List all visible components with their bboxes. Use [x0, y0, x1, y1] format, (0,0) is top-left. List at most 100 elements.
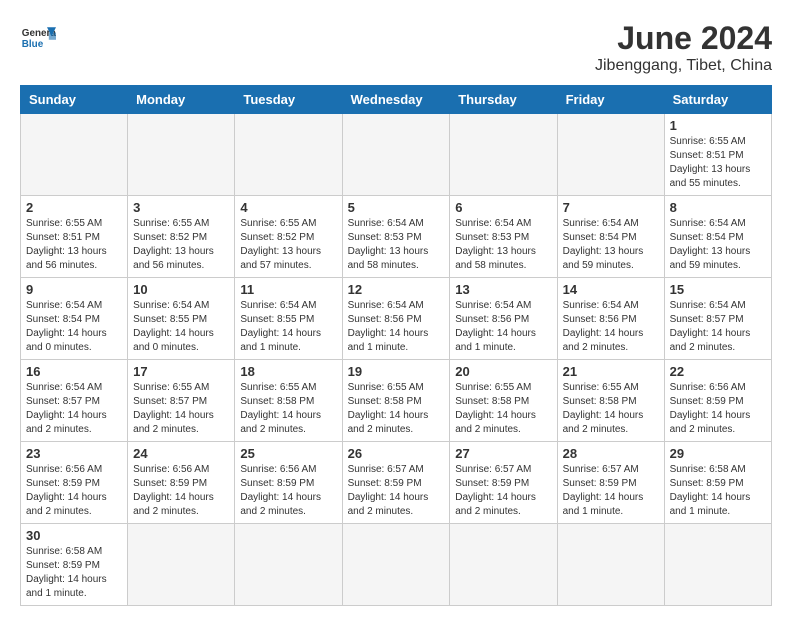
weekday-header-saturday: Saturday	[664, 86, 771, 114]
day-info: Sunrise: 6:54 AM Sunset: 8:54 PM Dayligh…	[670, 217, 766, 273]
calendar-cell: 25 Sunrise: 6:56 AM Sunset: 8:59 PM Dayli…	[235, 442, 342, 524]
weekday-header-row: SundayMondayTuesdayWednesdayThursdayFrid…	[21, 86, 772, 114]
weekday-header-thursday: Thursday	[450, 86, 557, 114]
day-info: Sunrise: 6:56 AM Sunset: 8:59 PM Dayligh…	[670, 381, 766, 437]
day-info: Sunrise: 6:56 AM Sunset: 8:59 PM Dayligh…	[133, 463, 229, 519]
day-info: Sunrise: 6:56 AM Sunset: 8:59 PM Dayligh…	[240, 463, 336, 519]
day-number: 24	[133, 446, 229, 461]
day-number: 23	[26, 446, 122, 461]
day-number: 11	[240, 282, 336, 297]
day-number: 3	[133, 200, 229, 215]
logo: General Blue	[20, 20, 56, 56]
page-subtitle: Jibenggang, Tibet, China	[595, 57, 772, 75]
calendar-row-2: 2 Sunrise: 6:55 AM Sunset: 8:51 PM Daylig…	[21, 196, 772, 278]
calendar-row-1: 1Sunrise: 6:55 AM Sunset: 8:51 PM Daylig…	[21, 114, 772, 196]
calendar-cell: 7Sunrise: 6:54 AM Sunset: 8:54 PM Daylig…	[557, 196, 664, 278]
day-info: Sunrise: 6:54 AM Sunset: 8:53 PM Dayligh…	[455, 217, 551, 273]
calendar-cell: 18 Sunrise: 6:55 AM Sunset: 8:58 PM Dayli…	[235, 360, 342, 442]
calendar-cell	[235, 114, 342, 196]
day-number: 5	[348, 200, 445, 215]
day-info: Sunrise: 6:54 AM Sunset: 8:57 PM Dayligh…	[670, 299, 766, 355]
day-number: 12	[348, 282, 445, 297]
day-info: Sunrise: 6:55 AM Sunset: 8:52 PM Dayligh…	[133, 217, 229, 273]
svg-text:Blue: Blue	[22, 39, 44, 50]
page-header: General Blue June 2024 Jibenggang, Tibet…	[20, 20, 772, 75]
calendar-cell	[128, 114, 235, 196]
day-info: Sunrise: 6:54 AM Sunset: 8:54 PM Dayligh…	[26, 299, 122, 355]
calendar-cell: 5 Sunrise: 6:54 AM Sunset: 8:53 PM Daylig…	[342, 196, 450, 278]
day-number: 30	[26, 528, 122, 543]
day-info: Sunrise: 6:58 AM Sunset: 8:59 PM Dayligh…	[670, 463, 766, 519]
calendar-cell: 2 Sunrise: 6:55 AM Sunset: 8:51 PM Daylig…	[21, 196, 128, 278]
day-number: 2	[26, 200, 122, 215]
calendar-cell	[342, 524, 450, 606]
calendar-cell: 10Sunrise: 6:54 AM Sunset: 8:55 PM Dayli…	[128, 278, 235, 360]
calendar-row-6: 30 Sunrise: 6:58 AM Sunset: 8:59 PM Dayli…	[21, 524, 772, 606]
title-block: June 2024 Jibenggang, Tibet, China	[595, 20, 772, 75]
calendar-row-3: 9 Sunrise: 6:54 AM Sunset: 8:54 PM Daylig…	[21, 278, 772, 360]
calendar-cell: 14Sunrise: 6:54 AM Sunset: 8:56 PM Dayli…	[557, 278, 664, 360]
day-number: 15	[670, 282, 766, 297]
calendar-cell: 27 Sunrise: 6:57 AM Sunset: 8:59 PM Dayli…	[450, 442, 557, 524]
day-info: Sunrise: 6:55 AM Sunset: 8:52 PM Dayligh…	[240, 217, 336, 273]
day-number: 6	[455, 200, 551, 215]
calendar-row-5: 23 Sunrise: 6:56 AM Sunset: 8:59 PM Dayli…	[21, 442, 772, 524]
weekday-header-tuesday: Tuesday	[235, 86, 342, 114]
calendar-cell	[450, 524, 557, 606]
day-info: Sunrise: 6:58 AM Sunset: 8:59 PM Dayligh…	[26, 545, 122, 601]
day-number: 1	[670, 118, 766, 133]
day-info: Sunrise: 6:54 AM Sunset: 8:55 PM Dayligh…	[133, 299, 229, 355]
calendar-cell: 4 Sunrise: 6:55 AM Sunset: 8:52 PM Daylig…	[235, 196, 342, 278]
day-number: 26	[348, 446, 445, 461]
day-info: Sunrise: 6:57 AM Sunset: 8:59 PM Dayligh…	[455, 463, 551, 519]
day-number: 20	[455, 364, 551, 379]
day-info: Sunrise: 6:54 AM Sunset: 8:54 PM Dayligh…	[563, 217, 659, 273]
day-number: 19	[348, 364, 445, 379]
calendar-row-4: 16 Sunrise: 6:54 AM Sunset: 8:57 PM Dayli…	[21, 360, 772, 442]
day-info: Sunrise: 6:55 AM Sunset: 8:57 PM Dayligh…	[133, 381, 229, 437]
day-info: Sunrise: 6:55 AM Sunset: 8:58 PM Dayligh…	[348, 381, 445, 437]
calendar-cell: 1Sunrise: 6:55 AM Sunset: 8:51 PM Daylig…	[664, 114, 771, 196]
calendar-cell	[21, 114, 128, 196]
day-number: 9	[26, 282, 122, 297]
calendar-cell	[128, 524, 235, 606]
day-info: Sunrise: 6:57 AM Sunset: 8:59 PM Dayligh…	[563, 463, 659, 519]
day-number: 16	[26, 364, 122, 379]
calendar-cell: 26Sunrise: 6:57 AM Sunset: 8:59 PM Dayli…	[342, 442, 450, 524]
day-info: Sunrise: 6:54 AM Sunset: 8:53 PM Dayligh…	[348, 217, 445, 273]
day-number: 4	[240, 200, 336, 215]
calendar-cell: 19 Sunrise: 6:55 AM Sunset: 8:58 PM Dayli…	[342, 360, 450, 442]
calendar-cell	[342, 114, 450, 196]
calendar-cell	[664, 524, 771, 606]
calendar-cell: 17Sunrise: 6:55 AM Sunset: 8:57 PM Dayli…	[128, 360, 235, 442]
day-number: 18	[240, 364, 336, 379]
calendar-cell: 22 Sunrise: 6:56 AM Sunset: 8:59 PM Dayli…	[664, 360, 771, 442]
weekday-header-wednesday: Wednesday	[342, 86, 450, 114]
calendar-cell	[557, 524, 664, 606]
calendar-cell: 20Sunrise: 6:55 AM Sunset: 8:58 PM Dayli…	[450, 360, 557, 442]
calendar-cell: 28 Sunrise: 6:57 AM Sunset: 8:59 PM Dayli…	[557, 442, 664, 524]
weekday-header-friday: Friday	[557, 86, 664, 114]
day-number: 27	[455, 446, 551, 461]
calendar-cell: 29 Sunrise: 6:58 AM Sunset: 8:59 PM Dayli…	[664, 442, 771, 524]
day-info: Sunrise: 6:54 AM Sunset: 8:57 PM Dayligh…	[26, 381, 122, 437]
calendar-cell: 12 Sunrise: 6:54 AM Sunset: 8:56 PM Dayli…	[342, 278, 450, 360]
day-info: Sunrise: 6:55 AM Sunset: 8:58 PM Dayligh…	[563, 381, 659, 437]
day-info: Sunrise: 6:54 AM Sunset: 8:56 PM Dayligh…	[563, 299, 659, 355]
day-number: 25	[240, 446, 336, 461]
calendar-cell: 9 Sunrise: 6:54 AM Sunset: 8:54 PM Daylig…	[21, 278, 128, 360]
calendar-cell: 24 Sunrise: 6:56 AM Sunset: 8:59 PM Dayli…	[128, 442, 235, 524]
day-number: 22	[670, 364, 766, 379]
day-number: 21	[563, 364, 659, 379]
day-info: Sunrise: 6:55 AM Sunset: 8:51 PM Dayligh…	[26, 217, 122, 273]
day-info: Sunrise: 6:54 AM Sunset: 8:56 PM Dayligh…	[348, 299, 445, 355]
weekday-header-sunday: Sunday	[21, 86, 128, 114]
day-number: 29	[670, 446, 766, 461]
calendar-cell: 23Sunrise: 6:56 AM Sunset: 8:59 PM Dayli…	[21, 442, 128, 524]
calendar-cell: 15 Sunrise: 6:54 AM Sunset: 8:57 PM Dayli…	[664, 278, 771, 360]
calendar-cell	[450, 114, 557, 196]
day-info: Sunrise: 6:55 AM Sunset: 8:58 PM Dayligh…	[240, 381, 336, 437]
calendar-cell: 8Sunrise: 6:54 AM Sunset: 8:54 PM Daylig…	[664, 196, 771, 278]
day-info: Sunrise: 6:54 AM Sunset: 8:56 PM Dayligh…	[455, 299, 551, 355]
day-number: 28	[563, 446, 659, 461]
